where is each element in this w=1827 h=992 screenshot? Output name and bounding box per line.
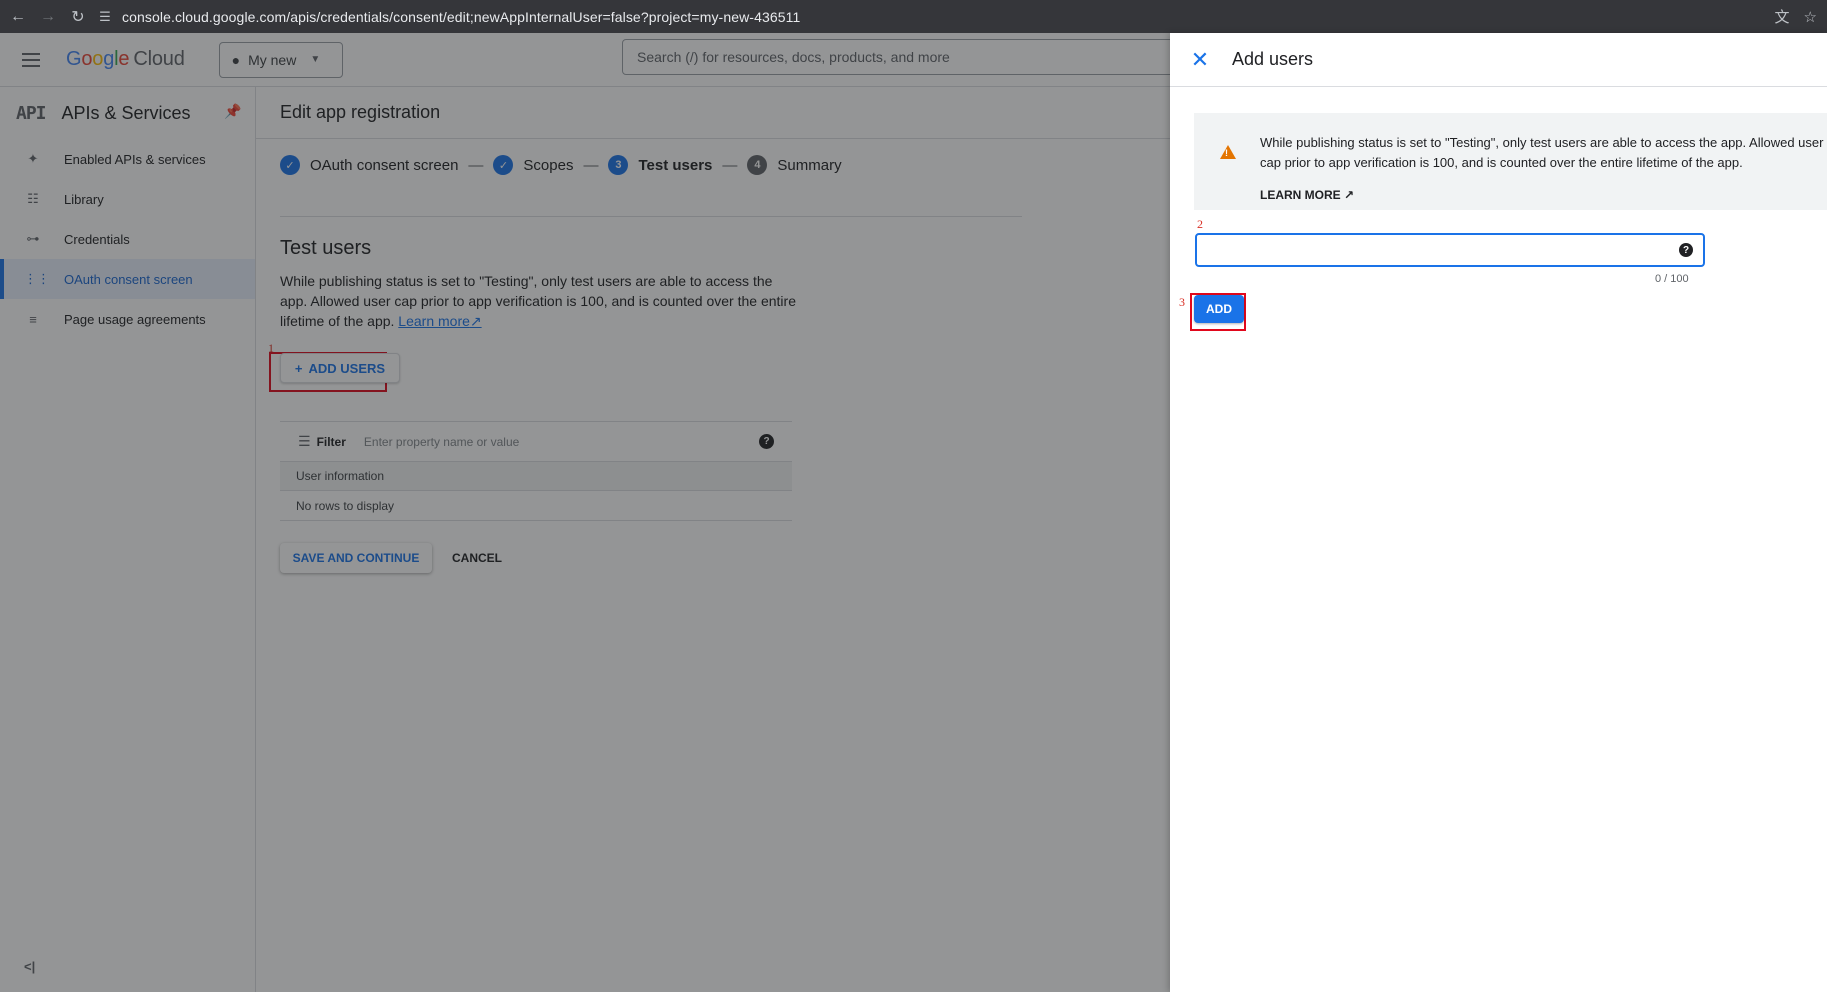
user-email-field[interactable]: ? <box>1195 233 1705 267</box>
address-bar[interactable]: ☰ console.cloud.google.com/apis/credenti… <box>94 0 800 33</box>
panel-title: Add users <box>1232 49 1314 69</box>
add-users-panel: ✕ Add users ! While publishing status is… <box>1170 33 1827 992</box>
site-info-icon[interactable]: ☰ <box>94 6 116 28</box>
character-counter: 0 / 100 <box>1655 273 1689 285</box>
learn-more-link[interactable]: LEARN MORE ↗ <box>1260 188 1354 202</box>
annotation-2: 2 <box>1197 217 1203 231</box>
browser-toolbar: ← → ↻ ☰ console.cloud.google.com/apis/cr… <box>0 0 1827 33</box>
notice-text: While publishing status is set to "Testi… <box>1260 135 1824 170</box>
add-button[interactable]: ADD <box>1194 295 1244 323</box>
close-icon[interactable]: ✕ <box>1188 47 1212 73</box>
learn-more-label: LEARN MORE <box>1260 188 1341 202</box>
back-icon[interactable]: ← <box>6 5 30 29</box>
forward-icon[interactable]: → <box>36 5 60 29</box>
annotation-3: 3 <box>1179 295 1185 309</box>
modal-scrim[interactable] <box>0 33 1170 992</box>
panel-header: ✕ Add users <box>1170 33 1827 87</box>
warning-icon <box>1220 145 1236 159</box>
testing-notice: ! While publishing status is set to "Tes… <box>1194 113 1827 210</box>
bookmark-star-icon[interactable]: ☆ <box>1804 8 1817 26</box>
warning-mark: ! <box>1225 148 1228 158</box>
user-email-input[interactable] <box>1197 235 1667 265</box>
help-icon[interactable]: ? <box>1679 243 1693 257</box>
reload-icon[interactable]: ↻ <box>66 5 90 29</box>
url-text[interactable]: console.cloud.google.com/apis/credential… <box>122 9 800 25</box>
translate-icon[interactable]: 文 <box>1775 6 1790 27</box>
